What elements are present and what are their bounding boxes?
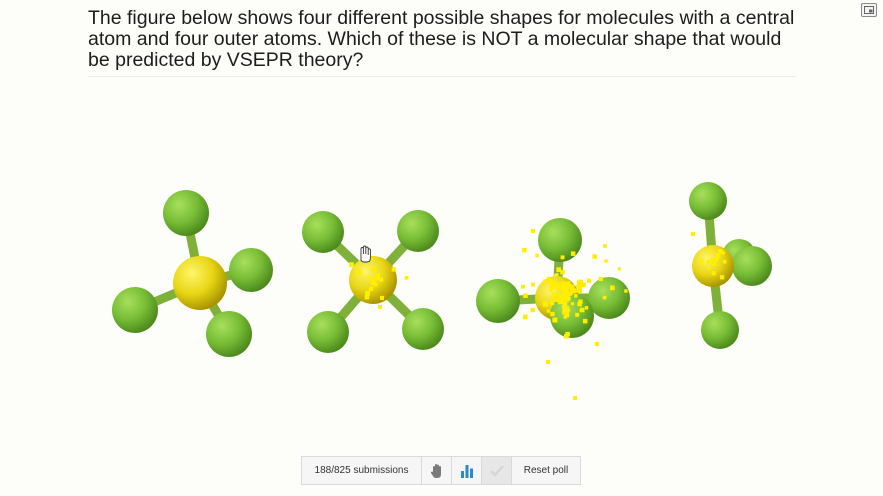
molecule-figure	[112, 182, 772, 400]
response-dot	[368, 286, 374, 291]
response-dot	[543, 279, 547, 283]
response-dot	[577, 301, 582, 307]
response-dot	[564, 312, 570, 318]
response-dot	[391, 267, 396, 272]
response-dot	[531, 229, 535, 233]
response-dot	[595, 342, 599, 346]
response-dot	[565, 297, 570, 302]
show-results-button[interactable]	[452, 457, 482, 484]
response-dot	[523, 293, 528, 298]
response-dot	[602, 295, 607, 300]
response-dot	[364, 294, 370, 300]
response-dot	[571, 302, 575, 306]
response-dot	[556, 267, 562, 272]
response-dot	[564, 334, 569, 339]
response-dot	[530, 307, 535, 313]
response-dot	[624, 289, 628, 293]
response-dot	[562, 301, 568, 307]
response-dot	[542, 301, 547, 306]
response-dot	[563, 283, 567, 287]
response-dot	[378, 304, 382, 309]
response-dot	[691, 232, 695, 236]
response-dot	[719, 275, 725, 280]
response-dot	[610, 285, 615, 291]
response-dot	[699, 259, 704, 263]
response-dot	[522, 247, 527, 253]
response-dot	[708, 249, 712, 253]
response-dot	[598, 276, 603, 281]
response-dot	[555, 273, 559, 277]
response-dot	[575, 312, 580, 317]
response-dot	[721, 251, 725, 255]
response-dot	[521, 284, 525, 289]
response-dot	[712, 262, 717, 267]
response-dot	[592, 254, 597, 259]
response-dot	[706, 259, 711, 264]
response-dot	[587, 278, 592, 283]
response-dot	[552, 281, 557, 286]
response-dot	[617, 267, 621, 271]
response-dot	[365, 290, 370, 296]
response-dot	[581, 282, 586, 288]
response-dot	[404, 276, 409, 280]
response-dot	[366, 275, 370, 279]
check-icon	[489, 464, 504, 477]
response-dot	[711, 271, 716, 276]
response-dot	[579, 307, 585, 313]
response-dot	[355, 268, 361, 274]
response-dot	[559, 285, 563, 289]
response-dot	[531, 282, 535, 287]
response-dot	[370, 266, 376, 272]
response-dot	[535, 253, 539, 258]
response-dot	[557, 300, 562, 305]
response-dot	[707, 266, 711, 270]
response-dot	[565, 290, 570, 295]
response-dot	[576, 280, 582, 286]
molecule-tetrahedral	[112, 190, 273, 357]
raise-hand-button[interactable]	[422, 457, 452, 484]
response-dot	[582, 318, 588, 324]
response-dot	[715, 253, 721, 258]
response-dot	[546, 360, 550, 364]
response-dot	[380, 295, 385, 300]
poll-toolbar: 188/825 submissions Reset poll	[301, 456, 581, 485]
response-dot	[574, 294, 578, 298]
response-dot	[604, 259, 608, 263]
correct-answer-button[interactable]	[482, 457, 512, 484]
response-dot	[552, 317, 558, 323]
reset-poll-button[interactable]: Reset poll	[512, 457, 580, 484]
response-dot	[349, 262, 354, 268]
response-dot	[573, 396, 577, 400]
response-dot	[373, 282, 378, 287]
submission-count: 188/825 submissions	[302, 457, 422, 484]
response-dot	[546, 309, 550, 313]
response-dot	[379, 277, 384, 282]
response-dot	[722, 259, 727, 264]
response-dot	[571, 288, 577, 294]
response-dot	[570, 251, 576, 256]
response-dot	[549, 300, 555, 305]
mouse-cursor-icon	[360, 245, 371, 263]
response-dot	[584, 306, 589, 310]
hand-icon	[430, 463, 441, 478]
response-dot	[523, 314, 528, 320]
response-dot	[558, 293, 562, 298]
bar-chart-icon	[460, 464, 473, 478]
response-dot	[560, 255, 565, 260]
response-dot	[550, 311, 555, 317]
response-dot	[547, 278, 553, 284]
response-dot	[575, 289, 580, 293]
response-dot	[373, 275, 377, 280]
response-dot	[603, 244, 607, 248]
response-dot	[563, 307, 568, 312]
molecule-pyramidal	[689, 182, 772, 349]
